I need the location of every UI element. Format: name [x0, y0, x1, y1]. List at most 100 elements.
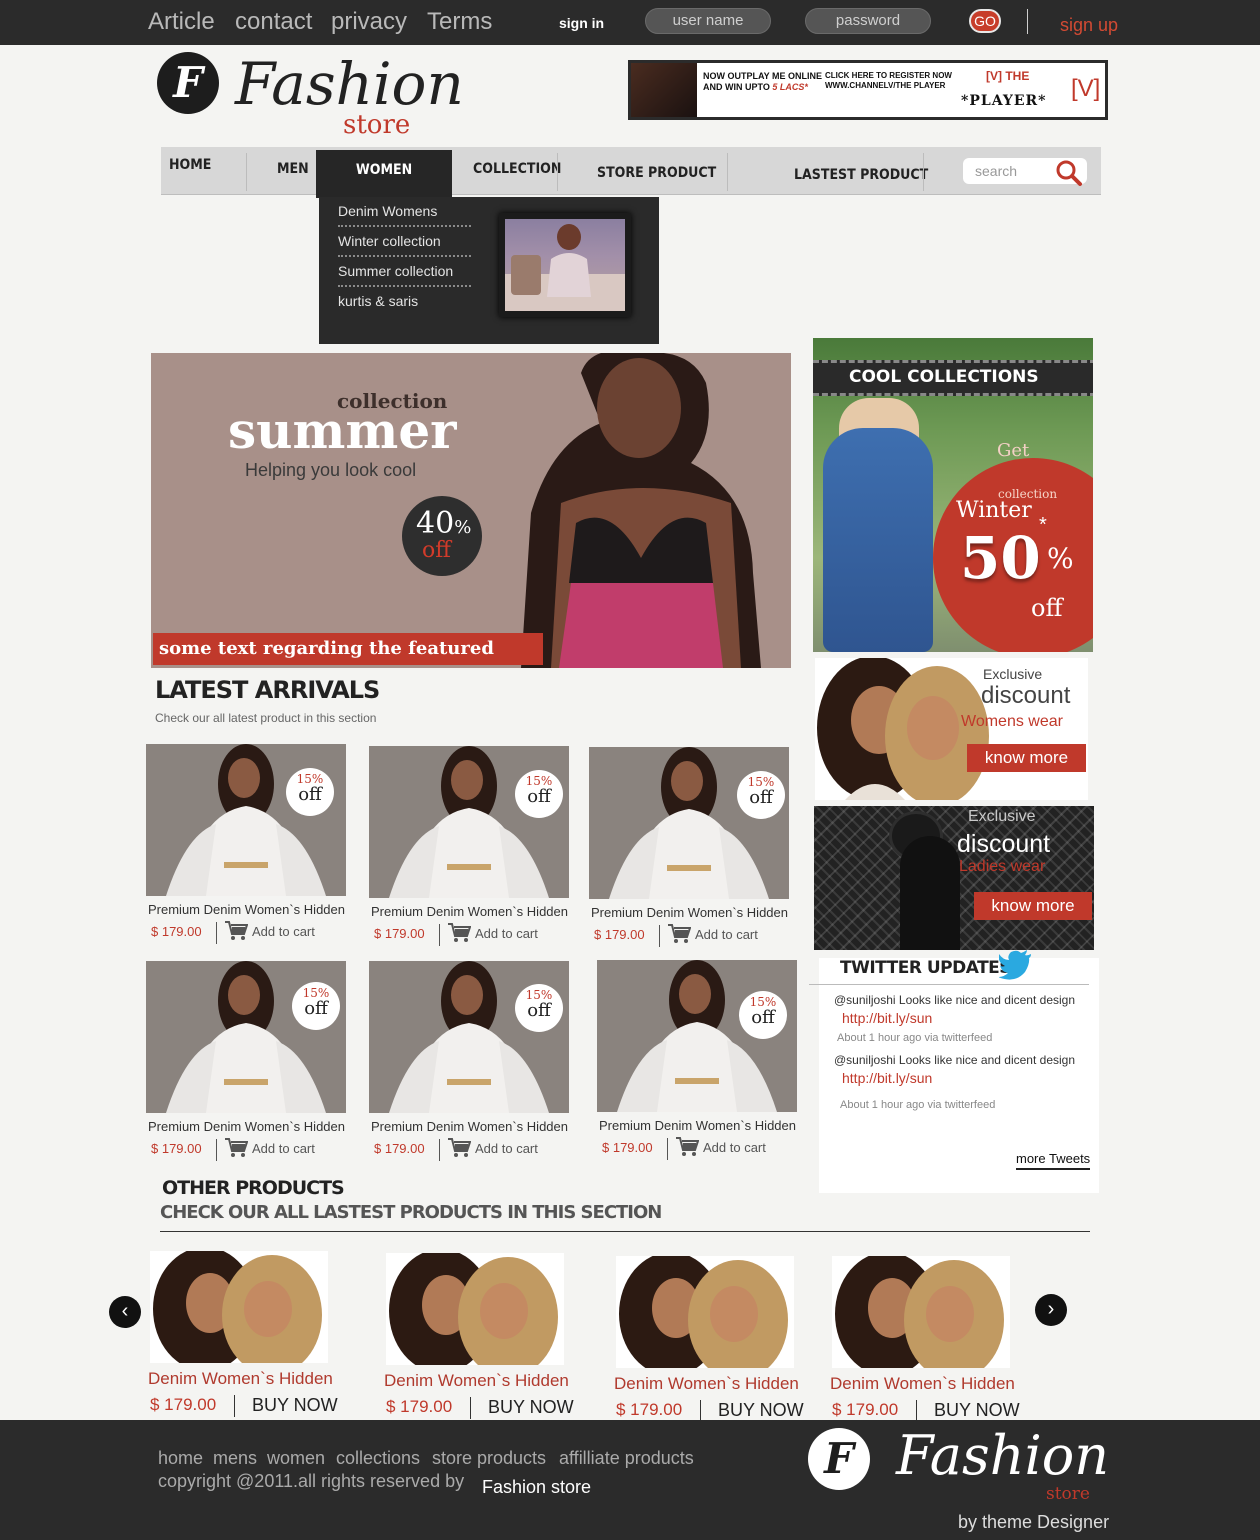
product-card[interactable]: 15% off Premium Denim Women`s Hidden $ 179.… — [369, 746, 579, 946]
sign-up-link[interactable]: sign up — [1060, 15, 1118, 36]
menu-item-denim-womens[interactable]: Denim Womens — [338, 203, 471, 227]
buy-now-button[interactable]: BUY NOW — [934, 1400, 1020, 1421]
add-to-cart-button[interactable]: Add to cart — [252, 924, 315, 939]
product-name[interactable]: Premium Denim Women`s Hidden — [371, 1119, 568, 1134]
carousel-product-card[interactable]: Denim Women`s Hidden $ 179.00 BUY NOW — [830, 1256, 1032, 1426]
product-image[interactable] — [589, 747, 789, 899]
product-price: $ 179.00 — [616, 1400, 683, 1419]
more-tweets-link[interactable]: more Tweets — [1016, 1151, 1091, 1170]
footer-link-mens[interactable]: mens — [213, 1448, 257, 1469]
promo-discount: discount — [981, 682, 1071, 709]
carousel-product-card[interactable]: Denim Women`s Hidden $ 179.00 BUY NOW — [148, 1251, 350, 1421]
ad-cta-text: CLICK HERE TO REGISTER NOW WWW.CHANNELV/… — [825, 71, 952, 90]
product-image[interactable] — [150, 1251, 328, 1363]
product-image[interactable] — [386, 1253, 564, 1365]
nav-link-privacy[interactable]: privacy — [331, 8, 407, 36]
carousel-next-button[interactable]: › — [1035, 1294, 1067, 1326]
product-name[interactable]: Denim Women`s Hidden — [614, 1374, 799, 1394]
footer-link-collections[interactable]: collections — [336, 1448, 420, 1469]
nav-latest-product[interactable]: LASTEST PRODUCT — [794, 147, 928, 195]
discount-badge: 15% off — [286, 768, 334, 816]
product-image[interactable] — [146, 744, 346, 896]
promo-wear: Ladies wear — [959, 858, 1046, 875]
carousel-product-card[interactable]: Denim Women`s Hidden $ 179.00 BUY NOW — [614, 1256, 816, 1426]
site-logo[interactable]: F Fashion store — [157, 50, 464, 142]
buy-now-button[interactable]: BUY NOW — [718, 1400, 804, 1421]
password-field[interactable]: password — [805, 8, 931, 34]
product-card[interactable]: 15% off Premium Denim Women`s Hidden $ 179.… — [369, 961, 579, 1161]
product-card[interactable]: 15% off Premium Denim Women`s Hidden $ 179.… — [146, 961, 356, 1161]
add-to-cart-button[interactable]: Add to cart — [475, 926, 538, 941]
add-to-cart-button[interactable]: Add to cart — [703, 1140, 766, 1155]
product-name[interactable]: Denim Women`s Hidden — [148, 1369, 333, 1389]
product-name[interactable]: Premium Denim Women`s Hidden — [371, 904, 568, 919]
tweet-link[interactable]: http://bit.ly/sun — [842, 1070, 932, 1086]
nav-link-terms[interactable]: Terms — [427, 8, 492, 36]
add-to-cart-button[interactable]: Add to cart — [475, 1141, 538, 1156]
nav-home[interactable]: HOME — [169, 147, 211, 195]
cart-icon[interactable] — [224, 1137, 249, 1164]
product-name[interactable]: Premium Denim Women`s Hidden — [591, 905, 788, 920]
ladies-wear-promo[interactable]: Exclusive discount Ladies wear know more — [814, 806, 1094, 950]
product-price: $ 179.00 — [151, 924, 202, 939]
nav-divider — [923, 153, 924, 191]
footer-link-home[interactable]: home — [158, 1448, 203, 1469]
menu-item-kurtis-saris[interactable]: kurtis & saris — [338, 293, 471, 315]
cart-icon[interactable] — [447, 1137, 472, 1164]
footer-link-store-products[interactable]: store products — [432, 1448, 546, 1469]
twitter-title: TWITTER UPDATES — [840, 958, 1012, 978]
product-price: $ 179.00 — [602, 1140, 653, 1155]
nav-link-article[interactable]: Article — [148, 8, 215, 36]
nav-divider — [557, 153, 558, 191]
add-to-cart-button[interactable]: Add to cart — [252, 1141, 315, 1156]
carousel-prev-button[interactable]: ‹ — [109, 1296, 141, 1328]
footer-logo-subtitle: store — [1046, 1484, 1090, 1504]
dropdown-featured-image[interactable] — [499, 213, 631, 317]
product-card[interactable]: 15% off Premium Denim Women`s Hidden $ 179.… — [589, 747, 799, 947]
nav-collection[interactable]: COLLECTION — [473, 147, 561, 195]
nav-link-contact[interactable]: contact — [235, 8, 312, 36]
add-to-cart-button[interactable]: Add to cart — [695, 927, 758, 942]
nav-men[interactable]: MEN — [277, 147, 309, 195]
cart-icon[interactable] — [667, 923, 692, 950]
know-more-button[interactable]: know more — [967, 744, 1086, 772]
nav-women[interactable]: WOMEN — [316, 150, 452, 198]
menu-item-winter-collection[interactable]: Winter collection — [338, 233, 471, 257]
cool-collections-promo[interactable]: COOL COLLECTIONS Get collection Winter 5… — [813, 338, 1093, 652]
footer-link-women[interactable]: women — [267, 1448, 325, 1469]
menu-item-summer-collection[interactable]: Summer collection — [338, 263, 471, 287]
product-name[interactable]: Premium Denim Women`s Hidden — [148, 1119, 345, 1134]
cart-icon[interactable] — [447, 922, 472, 949]
women-dropdown-menu: Denim Womens Winter collection Summer co… — [319, 197, 659, 344]
cart-icon[interactable] — [675, 1136, 700, 1163]
promo-winter: Winter — [956, 498, 1032, 523]
know-more-button[interactable]: know more — [974, 892, 1092, 920]
hero-banner[interactable]: collection summer Helping you look cool … — [151, 353, 791, 668]
product-card[interactable]: 15% off Premium Denim Women`s Hidden $ 179.… — [597, 960, 807, 1160]
buy-now-button[interactable]: BUY NOW — [252, 1395, 338, 1416]
username-field[interactable]: user name — [645, 8, 771, 34]
product-image[interactable] — [832, 1256, 1010, 1368]
promo-exclusive: Exclusive — [983, 666, 1043, 682]
ad-banner[interactable]: NOW OUTPLAY ME ONLINE AND WIN UPTO 5 LAC… — [628, 60, 1108, 120]
womens-wear-promo[interactable]: Exclusive discount Womens wear know more — [815, 658, 1088, 800]
footer-logo[interactable]: F Fashion store — [808, 1424, 1118, 1512]
promo-discount: discount — [957, 830, 1051, 858]
product-name[interactable]: Denim Women`s Hidden — [384, 1371, 569, 1391]
product-name[interactable]: Premium Denim Women`s Hidden — [599, 1118, 796, 1133]
product-image[interactable] — [369, 746, 569, 898]
product-name[interactable]: Premium Denim Women`s Hidden — [148, 902, 345, 917]
product-card[interactable]: 15% off Premium Denim Women`s Hidden $ 179.… — [146, 744, 356, 944]
search-icon[interactable] — [1055, 159, 1083, 192]
footer-link-affiliate-products[interactable]: affilliate products — [559, 1448, 694, 1469]
tweet-link[interactable]: http://bit.ly/sun — [842, 1010, 932, 1026]
product-image[interactable] — [616, 1256, 794, 1368]
go-button[interactable]: GO — [969, 9, 1001, 33]
product-name[interactable]: Denim Women`s Hidden — [830, 1374, 1015, 1394]
carousel-product-card[interactable]: Denim Women`s Hidden $ 179.00 BUY NOW — [384, 1253, 586, 1423]
nav-store-product[interactable]: STORE PRODUCT — [597, 147, 716, 195]
cart-icon[interactable] — [224, 920, 249, 947]
main-nav: HOME MEN WOMEN COLLECTION STORE PRODUCT … — [161, 147, 1101, 198]
hero-title: summer — [228, 401, 457, 460]
buy-now-button[interactable]: BUY NOW — [488, 1397, 574, 1418]
